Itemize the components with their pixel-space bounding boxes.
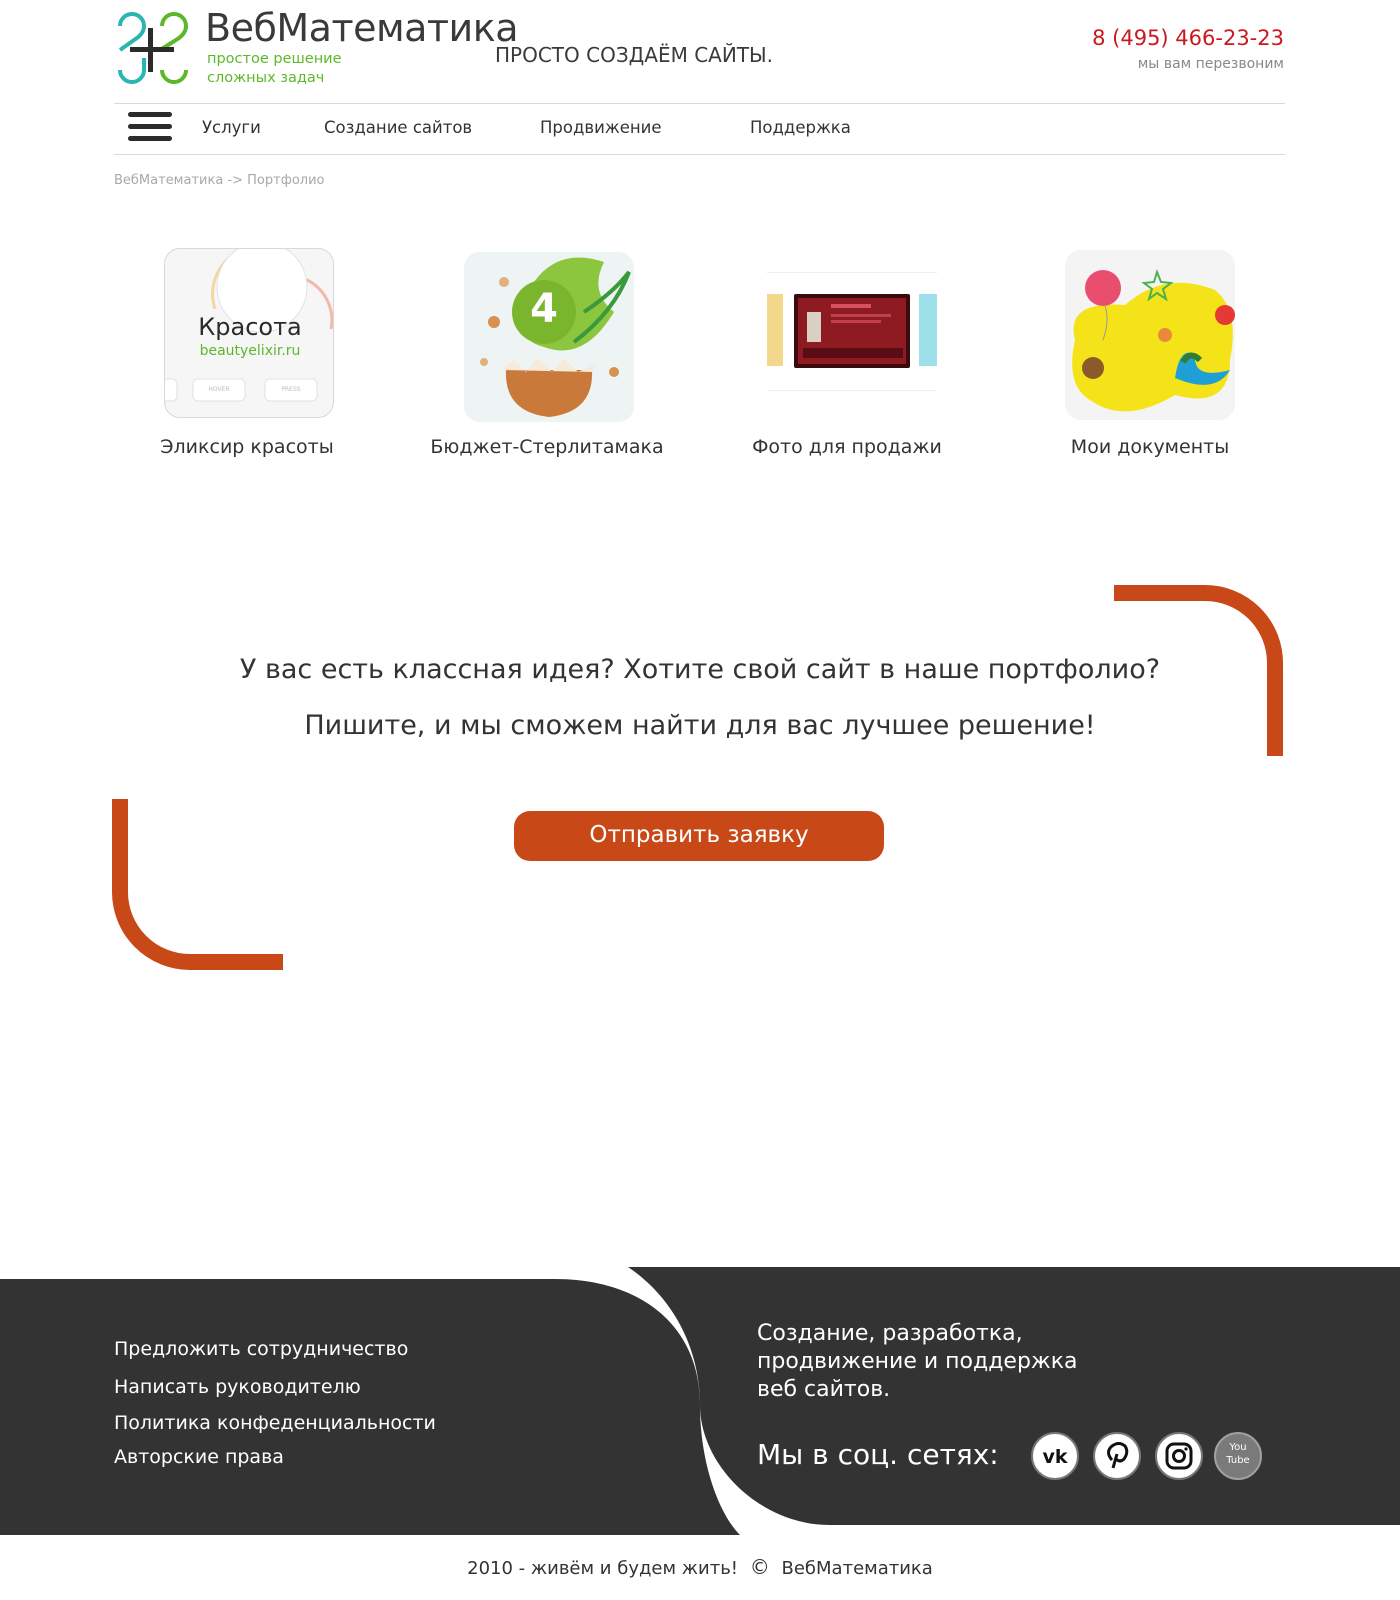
portfolio-thumb-documents[interactable] [1065,250,1235,420]
breadcrumb[interactable]: ВебМатематика -> Портфолио [114,173,324,188]
budget-thumb-graphic [464,252,634,422]
youtube-icon[interactable]: You Tube [1214,1432,1262,1480]
budget-thumb-number: 4 [530,286,558,332]
cta-line-2: Пишите, и мы сможем найти для вас лучшее… [304,710,1096,741]
cta-corner-bottom-left [112,799,283,970]
send-request-button[interactable]: Отправить заявку [514,811,884,861]
vk-icon[interactable]: vk [1031,1432,1079,1480]
beauty-thumb-hover-label: HOVER [208,386,230,393]
logo-tagline: простое решение сложных задач [207,50,342,88]
footer-link-copyright[interactable]: Авторские права [114,1446,284,1468]
beauty-thumb-url: beautyelixir.ru [199,343,301,359]
svg-text:vk: vk [1042,1446,1067,1468]
footer-description-line-2: продвижение и поддержка [757,1349,1078,1374]
logo-icon[interactable] [112,12,190,84]
social-label: Мы в соц. сетях: [757,1438,999,1471]
copyright-text: 2010 - живём и будем жить! [467,1558,739,1579]
beauty-thumb-press-label: PRESS [281,386,301,393]
logo-title[interactable]: ВебМатематика [205,6,519,50]
pinterest-icon[interactable] [1093,1432,1141,1480]
header-phone[interactable]: 8 (495) 466-23-23 [1092,26,1284,50]
portfolio-caption-documents[interactable]: Мои документы [1010,436,1290,458]
footer-link-privacy-policy[interactable]: Политика конфеденциальности [114,1412,436,1434]
beauty-thumb-title: Красота [198,313,302,341]
portfolio-thumb-beauty[interactable]: Красота beautyelixir.ru HOVER PRESS [164,248,334,418]
portfolio-caption-budget[interactable]: Бюджет-Стерлитамака [407,436,687,458]
footer-description-line-3: веб сайтов. [757,1377,891,1402]
footer-background [0,1267,1400,1535]
nav-top-divider [114,103,1285,104]
nav-bottom-divider [114,154,1285,155]
nav-item-services[interactable]: Услуги [202,118,261,137]
header-slogan: ПРОСТО СОЗДАЁМ САЙТЫ. [495,43,774,67]
logo-tagline-line-2: сложных задач [207,70,325,86]
copyright-line: 2010 - живём и будем жить! © ВебМатемати… [0,1555,1400,1579]
callback-link[interactable]: мы вам перезвоним [1138,56,1284,72]
copyright-brand: ВебМатематика [781,1558,933,1579]
documents-thumb-graphic [1065,250,1235,420]
logo-tagline-line-1: простое решение [207,51,342,67]
footer-description-line-1: Создание, разработка, [757,1321,1023,1346]
copyright-icon: © [749,1555,770,1579]
portfolio-caption-beauty[interactable]: Эликсир красоты [107,436,387,458]
cta-line-1: У вас есть классная идея? Хотите свой са… [239,654,1161,685]
footer-link-cooperation[interactable]: Предложить сотрудничество [114,1338,408,1360]
nav-item-site-creation[interactable]: Создание сайтов [324,118,472,137]
photo-thumb-graphic [767,272,937,391]
nav-item-promotion[interactable]: Продвижение [540,118,662,137]
footer-link-write-director[interactable]: Написать руководителю [114,1376,361,1398]
nav-item-support[interactable]: Поддержка [750,118,851,137]
youtube-icon-text-1: You [1229,1442,1247,1453]
footer-description: Создание, разработка, продвижение и подд… [757,1320,1078,1404]
instagram-icon[interactable] [1155,1432,1203,1480]
hamburger-menu-icon[interactable] [128,112,172,144]
portfolio-thumb-photo[interactable] [767,248,937,418]
portfolio-caption-photo[interactable]: Фото для продажи [707,436,987,458]
portfolio-thumb-budget[interactable]: 4 [464,252,634,422]
youtube-icon-text-2: Tube [1226,1455,1250,1466]
